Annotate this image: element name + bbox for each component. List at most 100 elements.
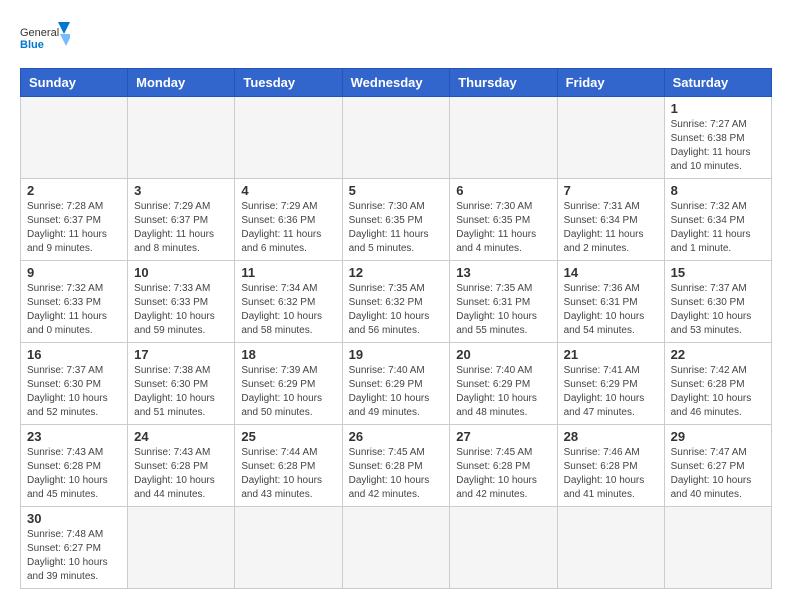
day-number: 14 (564, 265, 658, 280)
svg-text:Blue: Blue (20, 39, 44, 51)
day-number: 11 (241, 265, 335, 280)
day-number: 16 (27, 347, 121, 362)
calendar-week-row: 23Sunrise: 7:43 AM Sunset: 6:28 PM Dayli… (21, 425, 772, 507)
calendar-day-cell: 28 Sunrise: 7:46 AM Sunset: 6:28 PM Dayli… (557, 425, 664, 507)
day-number: 18 (241, 347, 335, 362)
day-number: 5 (349, 183, 444, 198)
calendar-day-cell: 6 Sunrise: 7:30 AM Sunset: 6:35 PM Daylig… (450, 179, 557, 261)
calendar-day-cell: 10 Sunrise: 7:33 AM Sunset: 6:33 PM Dayli… (128, 261, 235, 343)
page-header: General Blue (20, 20, 772, 58)
calendar-day-cell (235, 97, 342, 179)
calendar-day-cell: 5 Sunrise: 7:30 AM Sunset: 6:35 PM Daylig… (342, 179, 450, 261)
day-number: 15 (671, 265, 765, 280)
calendar-week-row: 30 Sunrise: 7:48 AM Sunset: 6:27 PM Dayli… (21, 507, 772, 589)
day-info: Sunrise: 7:32 AM Sunset: 6:34 PM Dayligh… (671, 200, 765, 256)
calendar-day-cell: 12Sunrise: 7:35 AM Sunset: 6:32 PM Dayli… (342, 261, 450, 343)
calendar-week-row: 2 Sunrise: 7:28 AM Sunset: 6:37 PM Daylig… (21, 179, 772, 261)
calendar-day-cell: 14 Sunrise: 7:36 AM Sunset: 6:31 PM Dayli… (557, 261, 664, 343)
day-info: Sunrise: 7:37 AM Sunset: 6:30 PM Dayligh… (27, 364, 121, 420)
calendar-day-cell: 18 Sunrise: 7:39 AM Sunset: 6:29 PM Dayli… (235, 343, 342, 425)
day-info: Sunrise: 7:28 AM Sunset: 6:37 PM Dayligh… (27, 200, 121, 256)
calendar-day-cell: 19 Sunrise: 7:40 AM Sunset: 6:29 PM Dayli… (342, 343, 450, 425)
calendar-day-cell (664, 507, 771, 589)
day-number: 21 (564, 347, 658, 362)
logo-svg: General Blue (20, 20, 70, 58)
calendar-day-cell: 21 Sunrise: 7:41 AM Sunset: 6:29 PM Dayli… (557, 343, 664, 425)
day-info: Sunrise: 7:48 AM Sunset: 6:27 PM Dayligh… (27, 528, 121, 584)
day-number: 19 (349, 347, 444, 362)
day-info: Sunrise: 7:31 AM Sunset: 6:34 PM Dayligh… (564, 200, 658, 256)
day-info: Sunrise: 7:30 AM Sunset: 6:35 PM Dayligh… (349, 200, 444, 256)
day-info: Sunrise: 7:47 AM Sunset: 6:27 PM Dayligh… (671, 446, 765, 502)
day-number: 2 (27, 183, 121, 198)
calendar-day-cell: 30 Sunrise: 7:48 AM Sunset: 6:27 PM Dayli… (21, 507, 128, 589)
calendar-day-cell: 7 Sunrise: 7:31 AM Sunset: 6:34 PM Daylig… (557, 179, 664, 261)
day-number: 26 (349, 429, 444, 444)
day-number: 22 (671, 347, 765, 362)
day-number: 10 (134, 265, 228, 280)
day-info: Sunrise: 7:27 AM Sunset: 6:38 PM Dayligh… (671, 118, 765, 174)
day-info: Sunrise: 7:37 AM Sunset: 6:30 PM Dayligh… (671, 282, 765, 338)
day-number: 6 (456, 183, 550, 198)
day-info: Sunrise: 7:34 AM Sunset: 6:32 PM Dayligh… (241, 282, 335, 338)
day-info: Sunrise: 7:39 AM Sunset: 6:29 PM Dayligh… (241, 364, 335, 420)
day-number: 27 (456, 429, 550, 444)
calendar-week-row: 9 Sunrise: 7:32 AM Sunset: 6:33 PM Daylig… (21, 261, 772, 343)
calendar-day-cell: 1 Sunrise: 7:27 AM Sunset: 6:38 PM Daylig… (664, 97, 771, 179)
calendar-day-cell: 17 Sunrise: 7:38 AM Sunset: 6:30 PM Dayli… (128, 343, 235, 425)
day-info: Sunrise: 7:40 AM Sunset: 6:29 PM Dayligh… (349, 364, 444, 420)
day-number: 7 (564, 183, 658, 198)
day-info: Sunrise: 7:30 AM Sunset: 6:35 PM Dayligh… (456, 200, 550, 256)
day-info: Sunrise: 7:41 AM Sunset: 6:29 PM Dayligh… (564, 364, 658, 420)
calendar-day-cell: 4 Sunrise: 7:29 AM Sunset: 6:36 PM Daylig… (235, 179, 342, 261)
calendar-day-cell: 23Sunrise: 7:43 AM Sunset: 6:28 PM Dayli… (21, 425, 128, 507)
weekday-header-row: SundayMondayTuesdayWednesdayThursdayFrid… (21, 69, 772, 97)
calendar-day-cell: 11 Sunrise: 7:34 AM Sunset: 6:32 PM Dayli… (235, 261, 342, 343)
calendar-day-cell: 27Sunrise: 7:45 AM Sunset: 6:28 PM Dayli… (450, 425, 557, 507)
day-info: Sunrise: 7:38 AM Sunset: 6:30 PM Dayligh… (134, 364, 228, 420)
day-info: Sunrise: 7:36 AM Sunset: 6:31 PM Dayligh… (564, 282, 658, 338)
weekday-header-cell: Wednesday (342, 69, 450, 97)
day-number: 3 (134, 183, 228, 198)
day-number: 4 (241, 183, 335, 198)
calendar-day-cell: 29Sunrise: 7:47 AM Sunset: 6:27 PM Dayli… (664, 425, 771, 507)
calendar-day-cell: 2 Sunrise: 7:28 AM Sunset: 6:37 PM Daylig… (21, 179, 128, 261)
calendar-day-cell: 22 Sunrise: 7:42 AM Sunset: 6:28 PM Dayli… (664, 343, 771, 425)
day-info: Sunrise: 7:42 AM Sunset: 6:28 PM Dayligh… (671, 364, 765, 420)
day-number: 20 (456, 347, 550, 362)
day-number: 25 (241, 429, 335, 444)
calendar-day-cell: 20Sunrise: 7:40 AM Sunset: 6:29 PM Dayli… (450, 343, 557, 425)
weekday-header-cell: Saturday (664, 69, 771, 97)
day-number: 30 (27, 511, 121, 526)
day-number: 17 (134, 347, 228, 362)
calendar-day-cell (21, 97, 128, 179)
calendar-day-cell: 24 Sunrise: 7:43 AM Sunset: 6:28 PM Dayli… (128, 425, 235, 507)
day-number: 28 (564, 429, 658, 444)
calendar-table: SundayMondayTuesdayWednesdayThursdayFrid… (20, 68, 772, 589)
logo: General Blue (20, 20, 70, 58)
day-number: 9 (27, 265, 121, 280)
weekday-header-cell: Sunday (21, 69, 128, 97)
day-info: Sunrise: 7:32 AM Sunset: 6:33 PM Dayligh… (27, 282, 121, 338)
calendar-day-cell: 13Sunrise: 7:35 AM Sunset: 6:31 PM Dayli… (450, 261, 557, 343)
day-info: Sunrise: 7:29 AM Sunset: 6:36 PM Dayligh… (241, 200, 335, 256)
day-number: 13 (456, 265, 550, 280)
weekday-header-cell: Monday (128, 69, 235, 97)
day-info: Sunrise: 7:45 AM Sunset: 6:28 PM Dayligh… (349, 446, 444, 502)
svg-text:General: General (20, 27, 59, 39)
weekday-header-cell: Friday (557, 69, 664, 97)
calendar-week-row: 16 Sunrise: 7:37 AM Sunset: 6:30 PM Dayli… (21, 343, 772, 425)
weekday-header-cell: Thursday (450, 69, 557, 97)
calendar-day-cell (557, 97, 664, 179)
day-number: 12 (349, 265, 444, 280)
day-info: Sunrise: 7:46 AM Sunset: 6:28 PM Dayligh… (564, 446, 658, 502)
day-info: Sunrise: 7:43 AM Sunset: 6:28 PM Dayligh… (27, 446, 121, 502)
day-number: 1 (671, 101, 765, 116)
calendar-day-cell: 9 Sunrise: 7:32 AM Sunset: 6:33 PM Daylig… (21, 261, 128, 343)
day-number: 24 (134, 429, 228, 444)
calendar-day-cell: 3Sunrise: 7:29 AM Sunset: 6:37 PM Daylig… (128, 179, 235, 261)
calendar-day-cell (342, 507, 450, 589)
day-info: Sunrise: 7:33 AM Sunset: 6:33 PM Dayligh… (134, 282, 228, 338)
calendar-day-cell: 15 Sunrise: 7:37 AM Sunset: 6:30 PM Dayli… (664, 261, 771, 343)
day-info: Sunrise: 7:43 AM Sunset: 6:28 PM Dayligh… (134, 446, 228, 502)
